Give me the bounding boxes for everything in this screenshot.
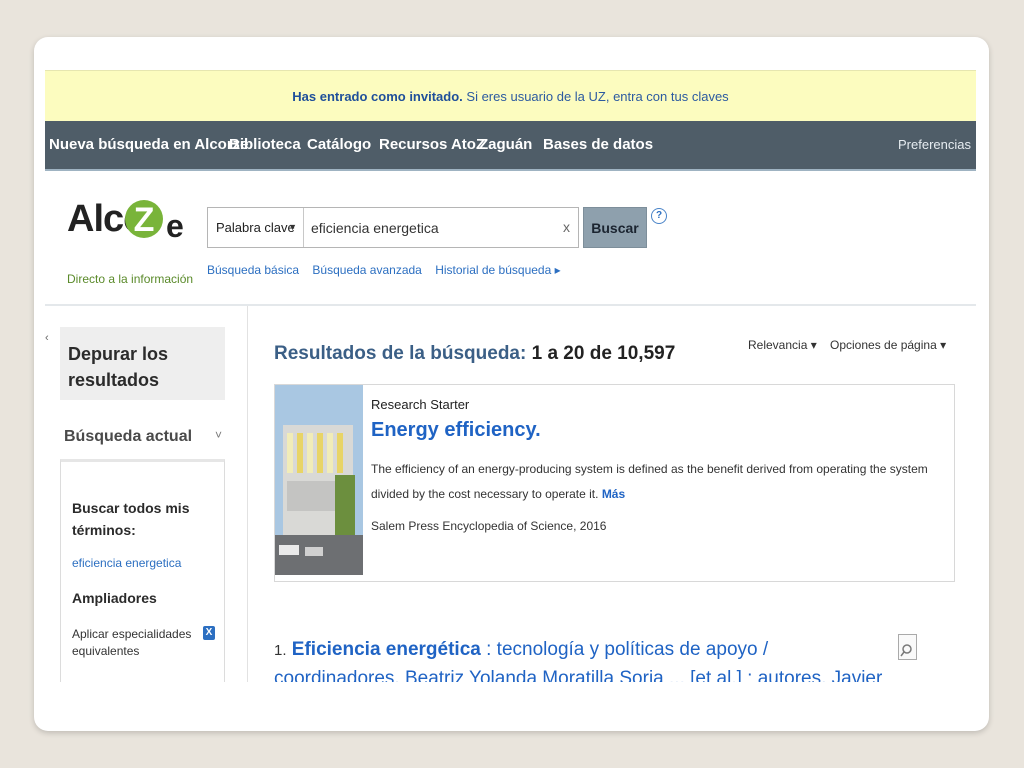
logo-z-circle: Z bbox=[125, 200, 163, 239]
advanced-search-link[interactable]: Búsqueda avanzada bbox=[312, 263, 421, 277]
page-options-dropdown[interactable]: Opciones de página ▾ bbox=[830, 338, 946, 352]
search-field-select[interactable]: Palabra clave ▼ bbox=[208, 208, 304, 247]
nav-bases-de-datos[interactable]: Bases de datos bbox=[543, 121, 653, 169]
top-navigation: Nueva búsqueda en Alcorze Biblioteca Cat… bbox=[45, 121, 976, 171]
all-terms-value[interactable]: eficiencia energetica bbox=[72, 556, 181, 570]
magnifier-icon bbox=[900, 644, 912, 657]
current-search-panel: Buscar todos mis términos: eficiencia en… bbox=[60, 459, 225, 682]
chevron-down-icon[interactable]: ˅ bbox=[215, 428, 222, 442]
starter-description: The efficiency of an energy-producing sy… bbox=[371, 457, 941, 507]
result-item: 1. Eficiencia energética : tecnología y … bbox=[274, 636, 894, 682]
results-count: 1 a 20 de 10,597 bbox=[531, 343, 676, 364]
nav-biblioteca[interactable]: Biblioteca bbox=[229, 121, 301, 169]
nav-new-search[interactable]: Nueva búsqueda en Alcorze bbox=[49, 121, 249, 169]
basic-search-link[interactable]: Búsqueda básica bbox=[207, 263, 299, 277]
result-title-link[interactable]: Eficiencia energética bbox=[292, 639, 481, 660]
research-starter-card: Research Starter Energy efficiency. The … bbox=[274, 384, 955, 582]
nav-catalogo[interactable]: Catálogo bbox=[307, 121, 371, 169]
browser-screenshot: Has entrado como invitado. Si eres usuar… bbox=[45, 70, 976, 682]
help-icon[interactable]: ? bbox=[651, 208, 667, 224]
search-button[interactable]: Buscar bbox=[583, 207, 647, 248]
slide-card: Has entrado como invitado. Si eres usuar… bbox=[34, 37, 989, 731]
sidebar-divider bbox=[247, 306, 248, 682]
chevron-down-icon: ▼ bbox=[288, 222, 297, 232]
nav-preferences[interactable]: Preferencias bbox=[898, 121, 971, 169]
result-number: 1. bbox=[274, 642, 287, 659]
nav-zaguan[interactable]: Zaguán bbox=[479, 121, 532, 169]
starter-title[interactable]: Energy efficiency. bbox=[371, 419, 541, 442]
all-terms-label: Buscar todos mis términos: bbox=[72, 500, 190, 538]
alcorze-logo[interactable]: Alcor Z e Directo a la información bbox=[65, 198, 195, 298]
header-divider bbox=[45, 304, 976, 306]
expanders-title: Ampliadores bbox=[72, 590, 157, 606]
guest-banner: Has entrado como invitado. Si eres usuar… bbox=[45, 70, 976, 122]
results-heading: Resultados de la búsqueda: 1 a 20 de 10,… bbox=[274, 343, 675, 365]
expander-equivalent-subjects: Aplicar especialidades equivalentes bbox=[72, 627, 192, 658]
starter-more-link[interactable]: Más bbox=[602, 487, 625, 501]
search-input[interactable] bbox=[305, 208, 555, 247]
results-heading-label: Resultados de la búsqueda: bbox=[274, 343, 527, 364]
collapse-sidebar-icon[interactable]: ‹ bbox=[45, 332, 49, 344]
nav-recursos-atoz[interactable]: Recursos AtoZ bbox=[379, 121, 485, 169]
search-history-link[interactable]: Historial de búsqueda ▸ bbox=[435, 263, 560, 277]
search-box: Palabra clave ▼ x bbox=[207, 207, 579, 248]
document-preview-icon[interactable] bbox=[898, 634, 917, 660]
remove-expander-button[interactable]: X bbox=[203, 626, 215, 640]
current-search-title[interactable]: Búsqueda actual bbox=[64, 428, 192, 446]
refine-results-header: Depurar los resultados bbox=[60, 327, 225, 400]
starter-source: Salem Press Encyclopedia of Science, 201… bbox=[371, 519, 607, 533]
sort-relevance-dropdown[interactable]: Relevancia ▾ bbox=[748, 338, 817, 352]
clear-search-icon[interactable]: x bbox=[563, 208, 570, 247]
search-mode-links: Búsqueda básica Búsqueda avanzada Histor… bbox=[207, 263, 571, 277]
logo-tagline: Directo a la información bbox=[67, 272, 194, 286]
building-illustration bbox=[275, 385, 363, 575]
building-image[interactable] bbox=[275, 385, 363, 575]
starter-description-text: The efficiency of an energy-producing sy… bbox=[371, 462, 928, 501]
guest-banner-bold[interactable]: Has entrado como invitado. bbox=[292, 89, 462, 104]
guest-banner-text[interactable]: Si eres usuario de la UZ, entra con tus … bbox=[463, 89, 728, 104]
starter-type: Research Starter bbox=[371, 397, 470, 412]
logo-text-e: e bbox=[166, 208, 184, 244]
search-field-label: Palabra clave bbox=[216, 220, 295, 235]
